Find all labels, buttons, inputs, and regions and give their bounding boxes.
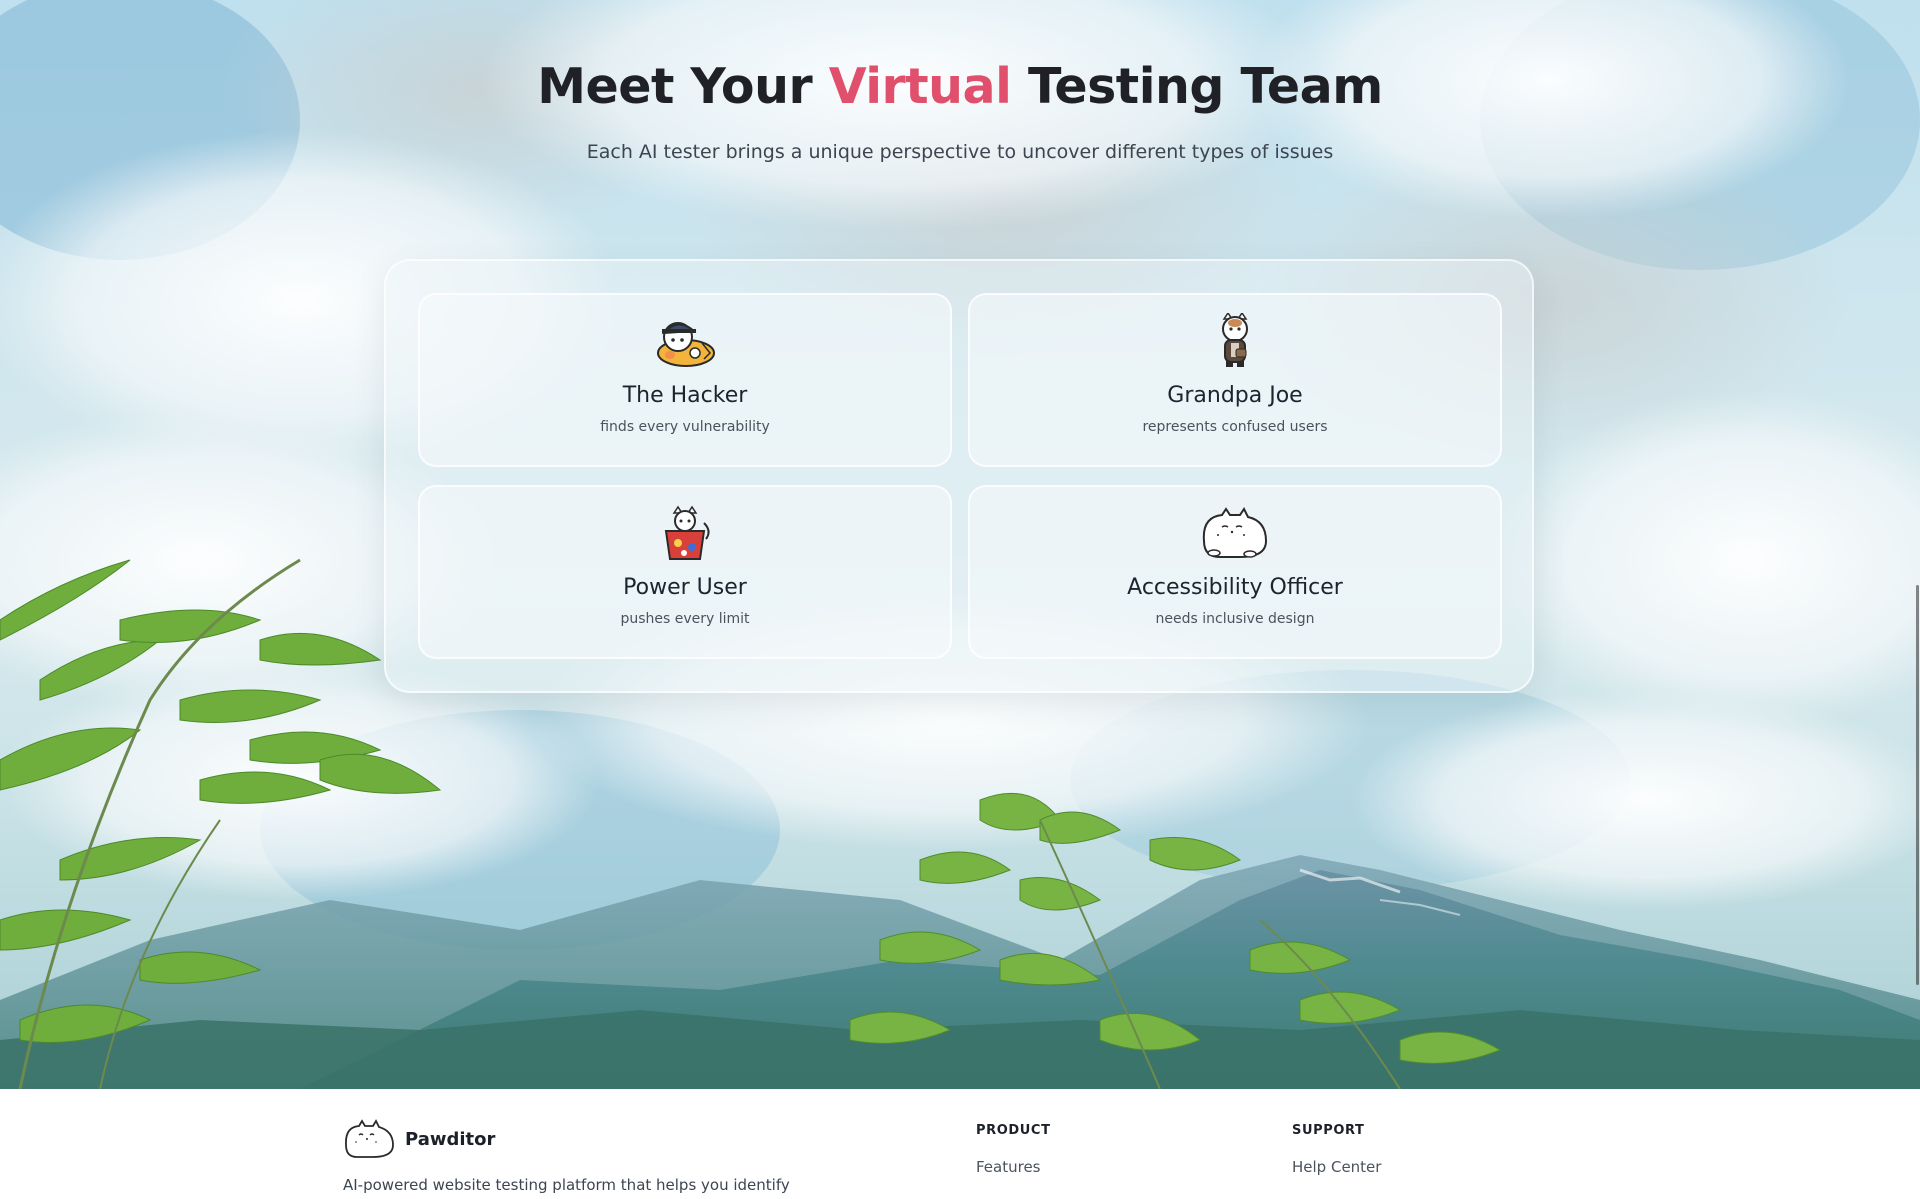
- team-member-description: needs inclusive design: [1155, 611, 1315, 627]
- scrollbar-track[interactable]: [1914, 0, 1920, 1089]
- footer-column-title: PRODUCT: [976, 1123, 1051, 1138]
- footer-link-features[interactable]: Features: [976, 1158, 1051, 1176]
- title-text-start: Meet Your: [537, 58, 829, 115]
- team-member-name: Power User: [623, 575, 747, 600]
- team-card-grandpa-joe[interactable]: Grandpa Joe represents confused users: [968, 293, 1502, 467]
- team-member-description: represents confused users: [1142, 419, 1328, 435]
- scenic-background: Meet Your Virtual Testing Team Each AI t…: [0, 0, 1920, 1089]
- title-accent-word: Virtual: [828, 58, 1012, 115]
- team-card-power-user[interactable]: Power User pushes every limit: [418, 485, 952, 659]
- accessibility-cat-icon: [1202, 507, 1268, 558]
- team-member-name: The Hacker: [622, 383, 748, 408]
- team-card-accessibility-officer[interactable]: Accessibility Officer needs inclusive de…: [968, 485, 1502, 659]
- landing-page: Meet Your Virtual Testing Team Each AI t…: [0, 0, 1920, 1199]
- team-section-header: Meet Your Virtual Testing Team Each AI t…: [0, 0, 1920, 163]
- team-member-name: Accessibility Officer: [1127, 575, 1343, 600]
- footer-column-support: SUPPORT Help Center: [1292, 1123, 1381, 1176]
- section-subtitle: Each AI tester brings a unique perspecti…: [586, 141, 1334, 163]
- title-text-end: Testing Team: [1011, 58, 1383, 115]
- footer-link-help-center[interactable]: Help Center: [1292, 1158, 1381, 1176]
- brand-tagline: AI-powered website testing platform that…: [343, 1176, 790, 1194]
- team-member-description: finds every vulnerability: [600, 419, 770, 435]
- grandpa-cat-icon: [1222, 313, 1248, 367]
- brand-name: Pawditor: [405, 1129, 496, 1150]
- footer-column-title: SUPPORT: [1292, 1123, 1365, 1138]
- scrollbar-thumb[interactable]: [1916, 585, 1919, 985]
- team-card-hacker[interactable]: The Hacker finds every vulnerability: [418, 293, 952, 467]
- power-user-cat-icon: [664, 505, 710, 560]
- site-footer: Pawditor AI-powered website testing plat…: [0, 1089, 1920, 1199]
- pawditor-cat-logo-icon: [345, 1119, 394, 1158]
- team-grid-panel: The Hacker finds every vulnerability Gra…: [384, 259, 1534, 693]
- hacker-cat-icon: [657, 322, 715, 367]
- footer-column-product: PRODUCT Features: [976, 1123, 1051, 1176]
- team-member-name: Grandpa Joe: [1167, 383, 1303, 408]
- section-title: Meet Your Virtual Testing Team: [0, 0, 1920, 115]
- team-member-description: pushes every limit: [620, 611, 750, 627]
